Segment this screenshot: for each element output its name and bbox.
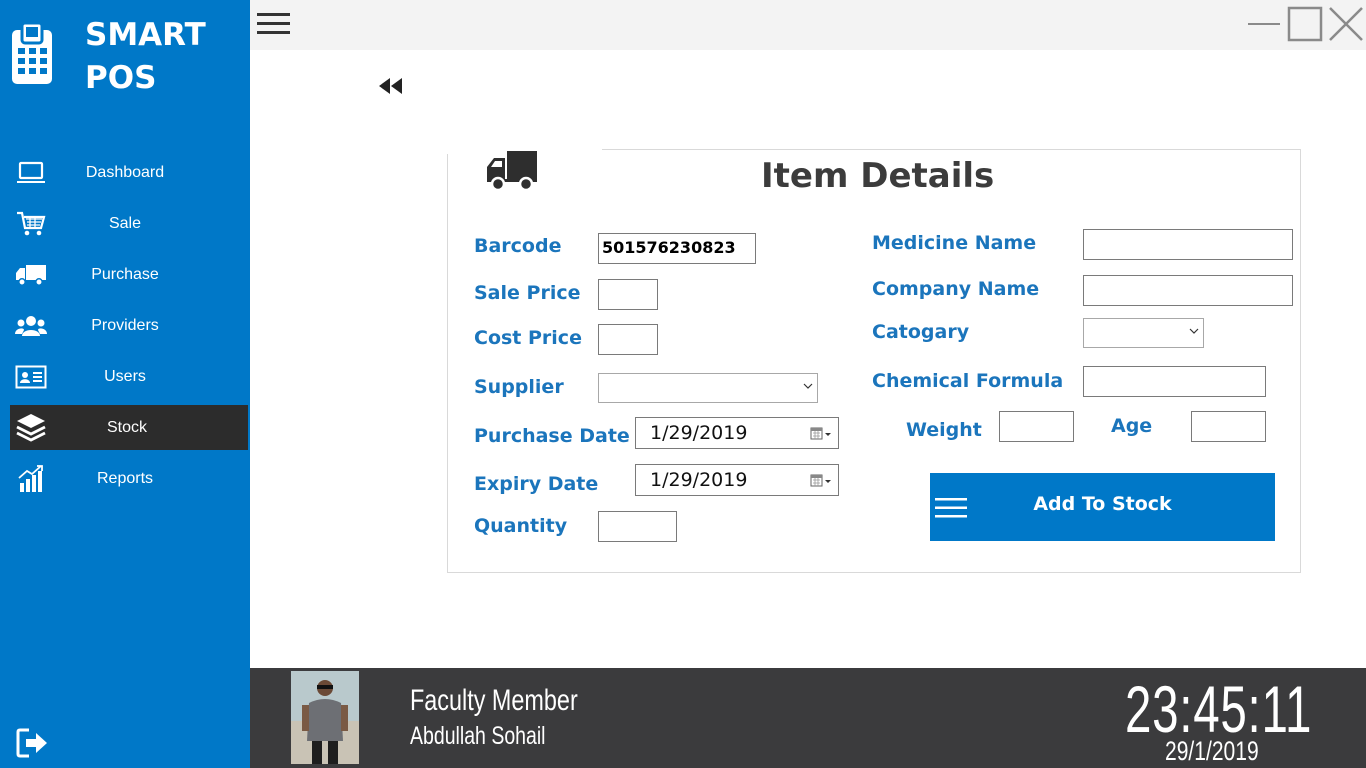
sidebar-item-label: Reports [96, 469, 154, 487]
sidebar-item-reports[interactable]: Reports [0, 456, 250, 501]
app-logo-text: SMART POS [85, 14, 206, 100]
page-title: Item Details [761, 156, 995, 196]
medicine-name-input[interactable] [1083, 229, 1293, 260]
age-input[interactable] [1191, 411, 1266, 442]
category-label: Catogary [872, 321, 970, 343]
sidebar-item-label: Users [104, 367, 146, 385]
barcode-input[interactable]: 501576230823 [598, 233, 756, 264]
clock-date: 29/1/2019 [1165, 736, 1259, 766]
chemical-formula-label: Chemical Formula [872, 370, 1064, 392]
add-to-stock-button[interactable]: Add To Stock [930, 473, 1275, 541]
cost-price-label: Cost Price [474, 327, 582, 349]
top-bar [250, 0, 1366, 50]
logout-icon[interactable] [16, 728, 50, 758]
company-name-label: Company Name [872, 278, 1040, 300]
age-label: Age [1111, 415, 1153, 437]
user-role: Faculty Member [410, 684, 578, 717]
truck-icon [487, 151, 537, 192]
weight-label: Weight [906, 419, 982, 441]
sidebar-item-dashboard[interactable]: Dashboard [0, 150, 250, 195]
expiry-date-label: Expiry Date [474, 473, 599, 495]
quantity-label: Quantity [474, 515, 568, 537]
sidebar-item-users[interactable]: Users [0, 354, 250, 399]
sidebar-item-label: Purchase [91, 265, 159, 283]
sale-price-label: Sale Price [474, 282, 581, 304]
expiry-date-picker[interactable]: 1/29/2019 [635, 464, 839, 496]
quantity-input[interactable] [598, 511, 677, 542]
app-window: SMART POS Dashboard Sale Purchase Provid… [0, 0, 1366, 768]
sidebar-item-label: Stock [106, 418, 147, 436]
maximize-icon[interactable] [1285, 4, 1325, 44]
weight-input[interactable] [999, 411, 1074, 442]
minimize-icon[interactable] [1244, 4, 1284, 44]
sidebar-item-providers[interactable]: Providers [0, 303, 250, 348]
sidebar-item-purchase[interactable]: Purchase [0, 252, 250, 297]
category-select[interactable] [1083, 318, 1204, 348]
add-to-stock-label: Add To Stock [1033, 493, 1172, 515]
cost-price-input[interactable] [598, 324, 658, 355]
window-controls [1243, 4, 1366, 44]
calendar-icon[interactable] [810, 474, 832, 488]
sidebar-item-label: Sale [108, 214, 142, 232]
avatar [291, 671, 359, 764]
sale-price-input[interactable] [598, 279, 658, 310]
app-name-line2: POS [85, 60, 157, 96]
sidebar-item-label: Providers [91, 316, 159, 334]
sidebar-nav: Dashboard Sale Purchase Providers Users … [0, 150, 250, 507]
chemical-formula-input[interactable] [1083, 366, 1266, 397]
calculator-icon [12, 22, 52, 84]
user-name: Abdullah Sohail [410, 722, 546, 750]
medicine-name-label: Medicine Name [872, 232, 1037, 254]
close-icon[interactable] [1326, 4, 1366, 44]
purchase-date-label: Purchase Date [474, 425, 630, 447]
app-name-line1: SMART [85, 17, 206, 53]
sidebar: SMART POS Dashboard Sale Purchase Provid… [0, 0, 250, 768]
sidebar-item-stock[interactable]: Stock [10, 405, 248, 450]
menu-icon[interactable] [257, 11, 291, 37]
sidebar-item-label: Dashboard [85, 163, 165, 181]
sidebar-item-sale[interactable]: Sale [0, 201, 250, 246]
barcode-label: Barcode [474, 235, 562, 257]
chevron-down-icon [1189, 328, 1199, 334]
chevron-down-icon [803, 383, 813, 389]
status-footer: Faculty Member Abdullah Sohail 23:45:11 … [250, 668, 1366, 768]
calendar-icon[interactable] [810, 427, 832, 441]
expiry-date-value: 1/29/2019 [650, 469, 748, 491]
supplier-label: Supplier [474, 376, 564, 398]
company-name-input[interactable] [1083, 275, 1293, 306]
purchase-date-value: 1/29/2019 [650, 422, 748, 444]
back-icon[interactable] [377, 76, 405, 96]
purchase-date-picker[interactable]: 1/29/2019 [635, 417, 839, 449]
supplier-select[interactable] [598, 373, 818, 403]
item-details-card: Item Details Barcode 501576230823 Sale P… [447, 148, 1301, 573]
